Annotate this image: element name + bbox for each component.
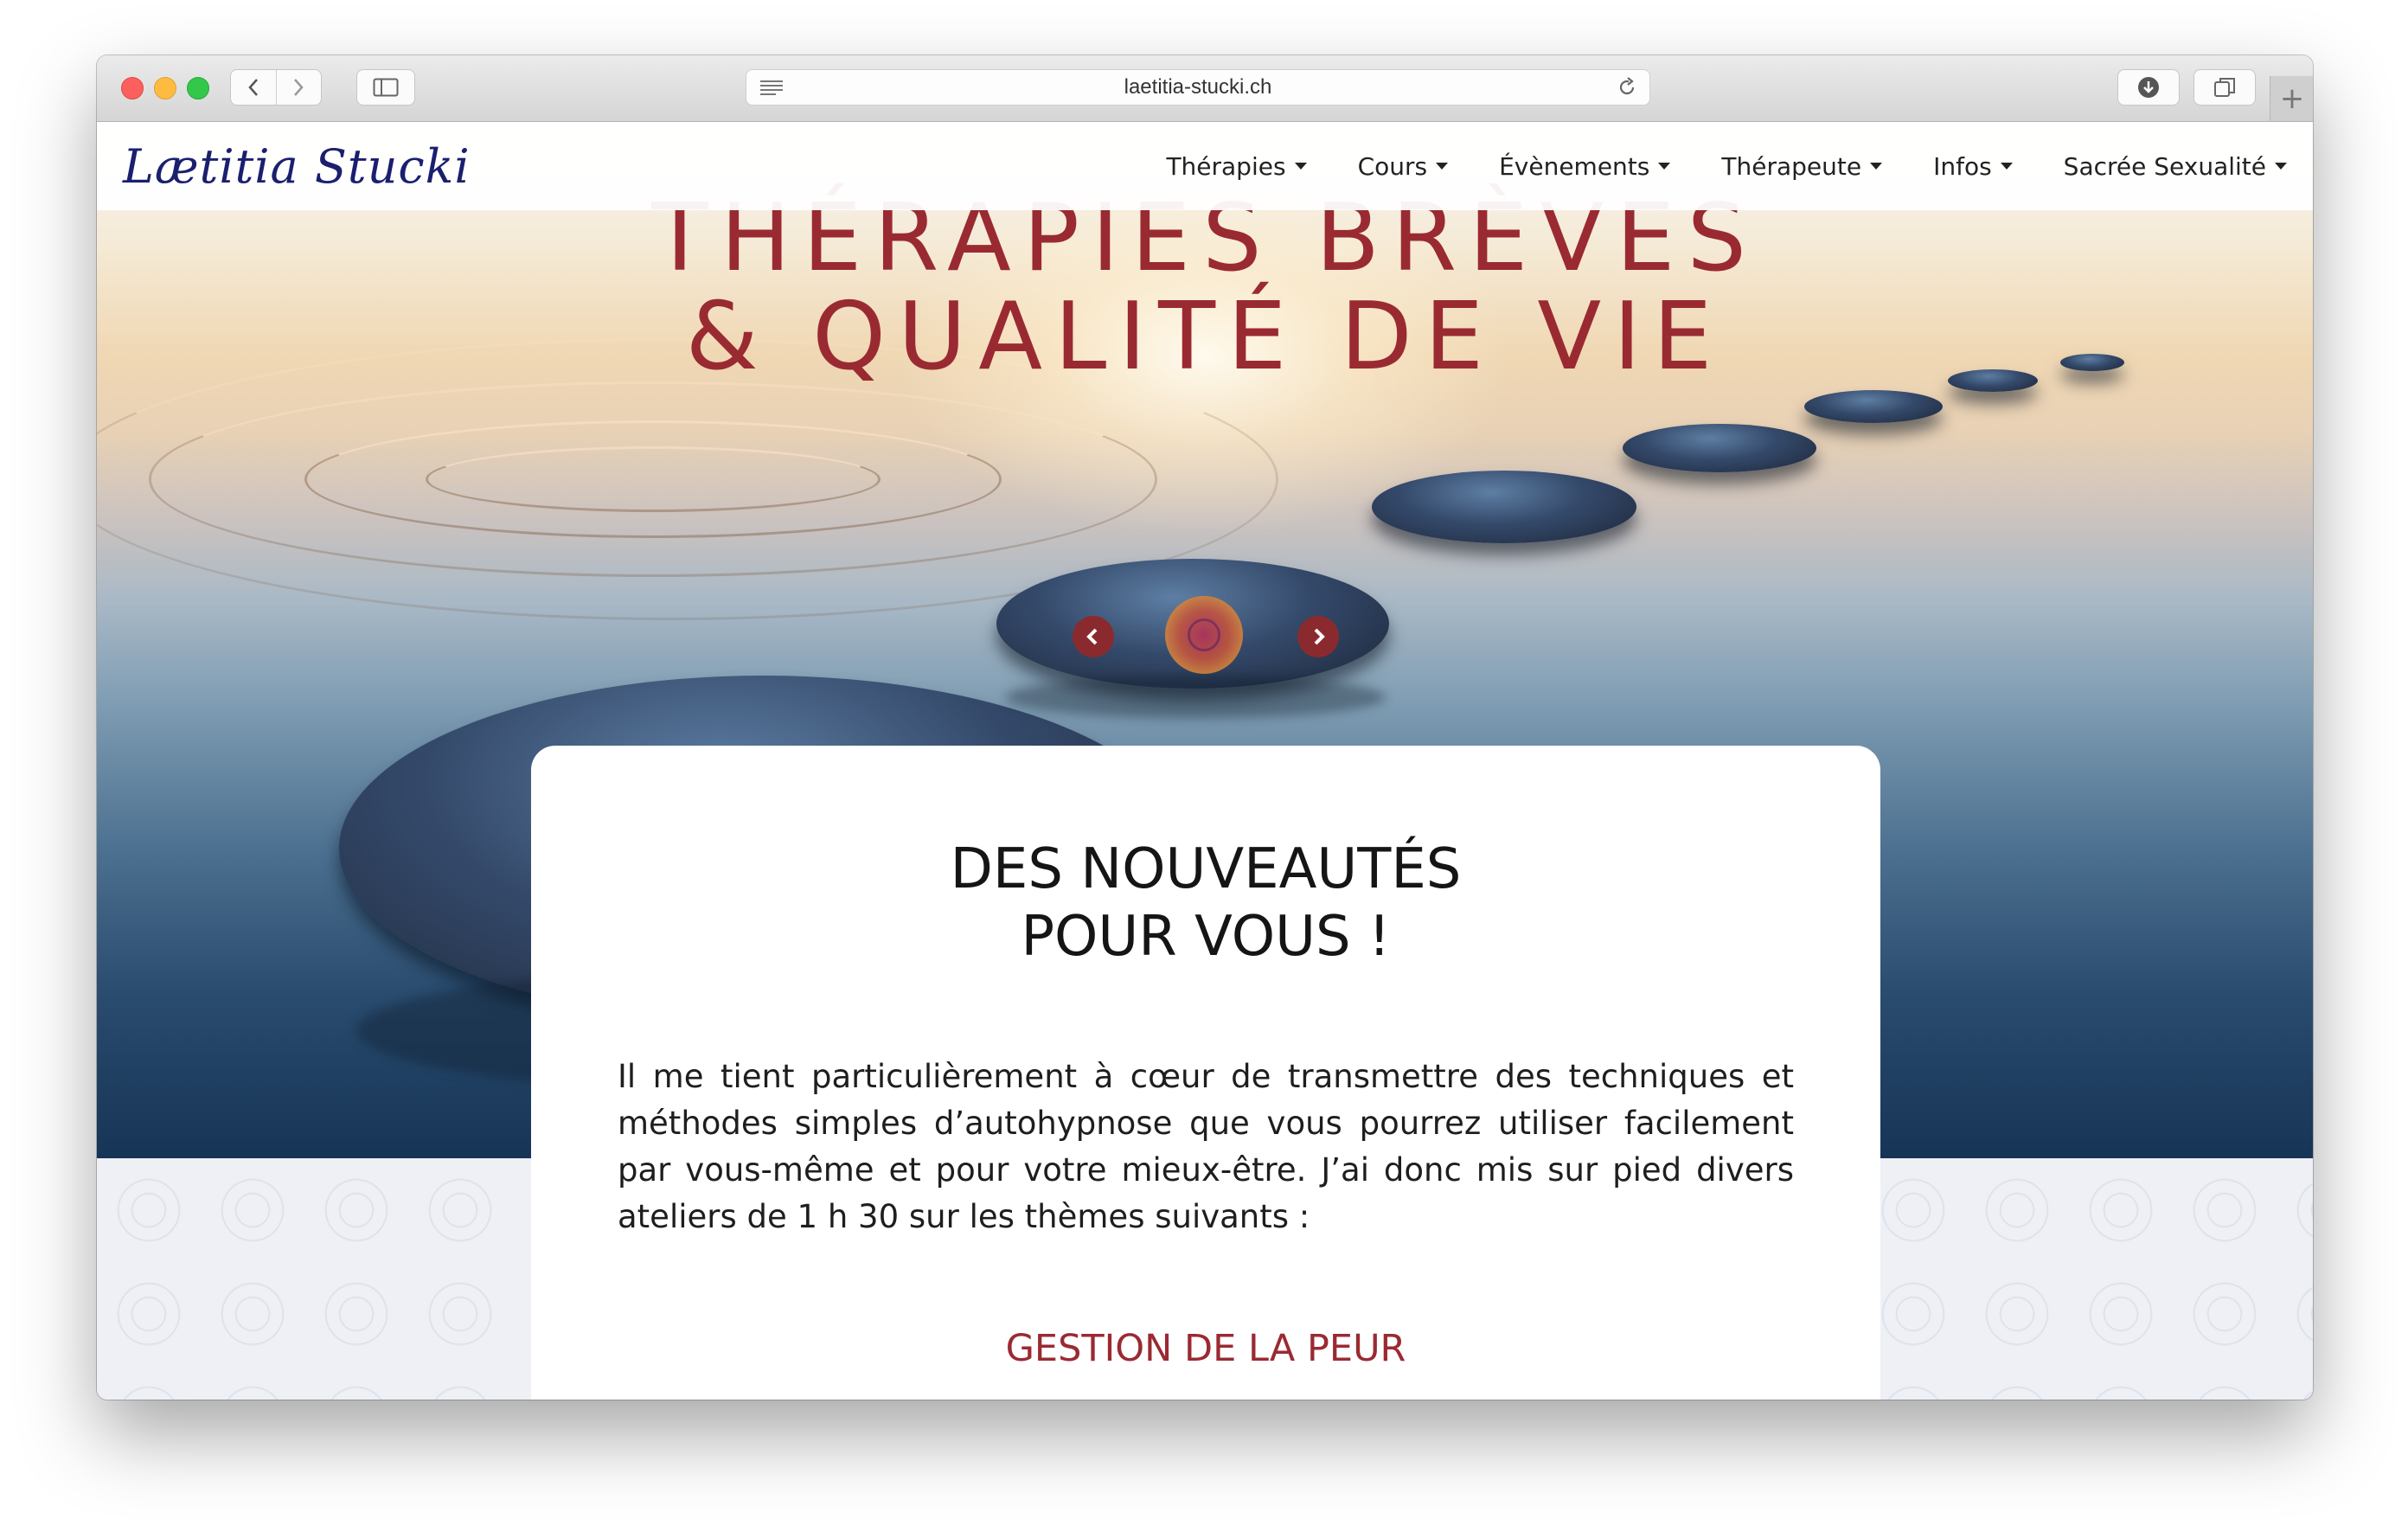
nav-item-sacree-sexualite[interactable]: Sacrée Sexualité xyxy=(2064,152,2287,181)
download-icon xyxy=(2138,77,2159,98)
url-text: laetitia-stucki.ch xyxy=(1124,75,1272,99)
web-page: THÉRAPIES BRÈVES & QUALITÉ DE VIE Lætiti… xyxy=(97,122,2313,1400)
card-title: DES NOUVEAUTÉS POUR VOUS ! xyxy=(531,836,1880,971)
nav-item-label: Sacrée Sexualité xyxy=(2063,151,2266,181)
nav-item-label: Cours xyxy=(1357,151,1428,181)
nav-item-evenements[interactable]: Évènements xyxy=(1499,151,1671,181)
caret-down-icon xyxy=(2275,163,2287,170)
nav-item-label: Infos xyxy=(1933,151,1992,181)
back-icon xyxy=(248,79,258,96)
plus-icon: + xyxy=(2279,81,2305,116)
site-header: Lætitia Stucki Thérapies Cours Évènement… xyxy=(97,122,2313,210)
browser-window: laetitia-stucki.ch + THÉRAPIES BRÈVES & … xyxy=(97,55,2313,1400)
nav-item-label: Thérapeute xyxy=(1721,151,1862,181)
news-card: DES NOUVEAUTÉS POUR VOUS ! Il me tient p… xyxy=(531,746,1880,1400)
zoom-window-button[interactable] xyxy=(187,77,209,99)
nav-item-label: Évènements xyxy=(1499,151,1650,181)
slider-indicator-ring xyxy=(1188,618,1220,651)
nav-item-label: Thérapies xyxy=(1166,151,1286,181)
main-nav: Thérapies Cours Évènements Thérapeute In… xyxy=(1115,122,2287,210)
leaf-icon xyxy=(1183,1394,1228,1400)
show-tabs-button[interactable] xyxy=(2193,69,2256,106)
stone-reflection xyxy=(1005,676,1386,719)
caret-down-icon xyxy=(1294,163,1307,170)
stepping-stone xyxy=(1623,424,1816,472)
browser-toolbar: laetitia-stucki.ch + xyxy=(97,55,2313,122)
hero-title-line2: & QUALITÉ DE VIE xyxy=(685,283,1725,391)
slider-next-button[interactable] xyxy=(1297,616,1339,657)
sidebar-icon xyxy=(373,78,399,97)
address-bar[interactable]: laetitia-stucki.ch xyxy=(746,69,1650,106)
back-button[interactable] xyxy=(231,70,276,105)
nav-item-therapeute[interactable]: Thérapeute xyxy=(1721,151,1883,181)
card-title-line1: DES NOUVEAUTÉS xyxy=(950,837,1462,901)
history-nav-group xyxy=(230,69,322,106)
nav-item-cours[interactable]: Cours xyxy=(1358,152,1449,181)
new-tab-button[interactable]: + xyxy=(2270,76,2313,121)
stepping-stone xyxy=(1804,390,1943,423)
caret-down-icon xyxy=(1658,163,1671,170)
reader-icon[interactable] xyxy=(759,79,785,96)
card-title-line2: POUR VOUS ! xyxy=(1021,905,1391,969)
caret-down-icon xyxy=(2000,163,2013,170)
hero-title: THÉRAPIES BRÈVES & QUALITÉ DE VIE xyxy=(97,189,2313,387)
slider-next-icon xyxy=(1314,628,1325,645)
workshop-title: GESTION DE LA PEUR xyxy=(1005,1327,1406,1370)
slider-prev-icon xyxy=(1086,628,1098,645)
nav-item-therapies[interactable]: Thérapies xyxy=(1166,151,1307,181)
card-body-text: Il me tient particulièrement à cœur de t… xyxy=(618,1058,1794,1235)
forward-button[interactable] xyxy=(275,70,322,105)
minimize-window-button[interactable] xyxy=(154,77,176,99)
reload-icon[interactable] xyxy=(1617,77,1637,98)
slider-prev-button[interactable] xyxy=(1073,616,1114,657)
sidebar-button[interactable] xyxy=(356,69,415,106)
stepping-stone xyxy=(1372,471,1636,543)
downloads-button[interactable] xyxy=(2117,69,2180,106)
tabs-icon xyxy=(2214,78,2235,97)
nav-item-infos[interactable]: Infos xyxy=(1933,152,2013,181)
caret-down-icon xyxy=(1870,163,1883,170)
slider-indicator[interactable] xyxy=(1165,596,1243,674)
caret-down-icon xyxy=(1436,163,1449,170)
forward-icon xyxy=(294,79,304,96)
site-logo[interactable]: Lætitia Stucki xyxy=(123,139,471,194)
close-window-button[interactable] xyxy=(121,77,144,99)
